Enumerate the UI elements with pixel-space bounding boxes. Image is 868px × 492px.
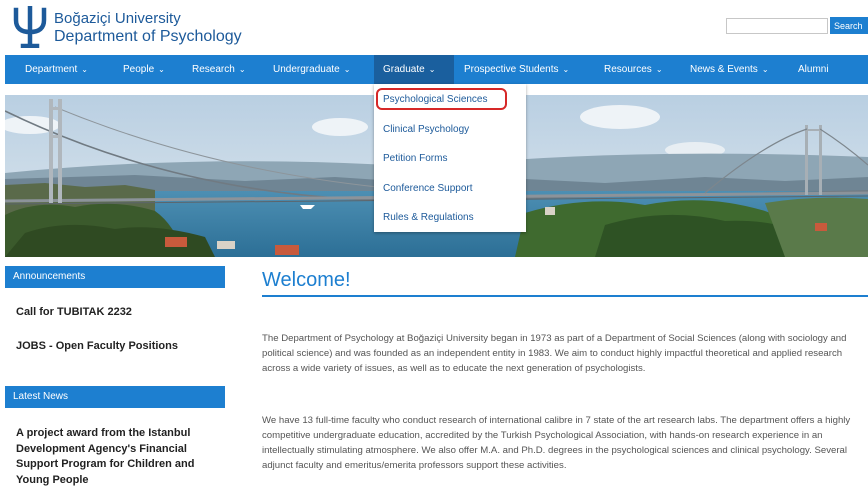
chevron-down-icon: ⌄ [428, 65, 436, 74]
nav-label: Prospective Students [464, 64, 559, 75]
nav-department[interactable]: Department ⌄ [25, 55, 88, 84]
nav-research[interactable]: Research ⌄ [192, 55, 246, 84]
nav-label: News & Events [690, 64, 758, 75]
latest-news-header: Latest News [5, 386, 225, 408]
title-divider [262, 295, 868, 297]
nav-undergraduate[interactable]: Undergraduate ⌄ [273, 55, 350, 84]
news-link[interactable]: A project award from the Istanbul Develo… [16, 426, 216, 488]
chevron-down-icon: ⌄ [343, 65, 351, 74]
page-title: Welcome! [262, 269, 351, 291]
nav-resources[interactable]: Resources ⌄ [604, 55, 663, 84]
announcement-link[interactable]: JOBS - Open Faculty Positions [16, 340, 178, 352]
menu-item-conference-support[interactable]: Conference Support [383, 183, 473, 194]
nav-prospective-students[interactable]: Prospective Students ⌄ [464, 55, 569, 84]
nav-label: Resources [604, 64, 652, 75]
nav-label: Alumni [798, 64, 829, 75]
menu-item-rules-regulations[interactable]: Rules & Regulations [383, 212, 474, 223]
chevron-down-icon: ⌄ [562, 65, 570, 74]
menu-item-petition-forms[interactable]: Petition Forms [383, 153, 447, 164]
psi-logo-icon[interactable] [12, 6, 48, 48]
nav-label: Research [192, 64, 235, 75]
chevron-down-icon: ⌄ [238, 65, 246, 74]
nav-label: Department [25, 64, 78, 75]
nav-news-events[interactable]: News & Events ⌄ [690, 55, 769, 84]
search-input[interactable] [726, 18, 828, 34]
chevron-down-icon: ⌄ [158, 65, 165, 74]
announcement-link[interactable]: Call for TUBITAK 2232 [16, 306, 132, 318]
nav-graduate[interactable]: Graduate ⌄ [374, 55, 454, 84]
chevron-down-icon: ⌄ [655, 65, 663, 74]
menu-item-clinical-psychology[interactable]: Clinical Psychology [383, 124, 469, 135]
nav-label: Graduate [383, 64, 425, 75]
graduate-dropdown-menu: Psychological Sciences Clinical Psycholo… [374, 84, 526, 232]
nav-label: Undergraduate [273, 64, 340, 75]
site-header: Boğaziçi University Department of Psycho… [0, 0, 868, 54]
search-button[interactable]: Search [830, 17, 868, 34]
chevron-down-icon: ⌄ [81, 65, 88, 74]
chevron-down-icon: ⌄ [761, 65, 769, 74]
nav-people[interactable]: People ⌄ [123, 55, 165, 84]
announcements-header: Announcements [5, 266, 225, 288]
university-name[interactable]: Boğaziçi University [54, 10, 181, 27]
faculty-paragraph: We have 13 full-time faculty who conduct… [262, 415, 851, 471]
main-navigation: Department ⌄ People ⌄ Research ⌄ Undergradu… [5, 55, 868, 84]
nav-alumni[interactable]: Alumni [798, 55, 829, 84]
intro-paragraph: The Department of Psychology at Boğaziçi… [262, 333, 847, 374]
department-name[interactable]: Department of Psychology [54, 28, 242, 46]
menu-item-psychological-sciences[interactable]: Psychological Sciences [383, 94, 488, 105]
nav-label: People [123, 64, 155, 75]
